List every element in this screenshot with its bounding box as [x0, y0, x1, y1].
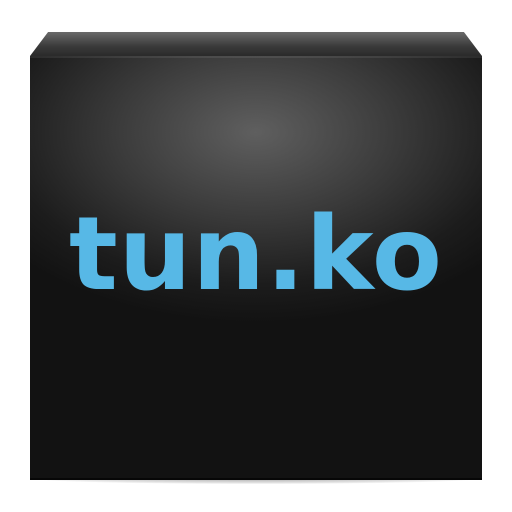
- tile-top-bevel: [30, 32, 482, 56]
- brand-wordmark: tun.ko: [69, 195, 443, 314]
- tile-face: tun.ko: [30, 56, 482, 480]
- app-icon: tun.ko: [0, 0, 512, 512]
